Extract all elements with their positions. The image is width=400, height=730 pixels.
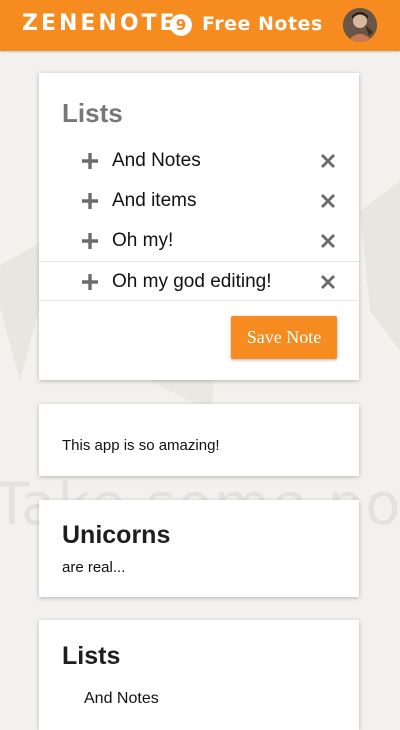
list-item-label: And Notes bbox=[84, 690, 159, 707]
text-note-card[interactable]: This app is so amazing! bbox=[39, 404, 359, 476]
list-item-label[interactable]: And Notes bbox=[112, 150, 201, 172]
avatar-icon bbox=[343, 8, 377, 42]
list-item-edit-input[interactable]: Oh my god editing! bbox=[112, 271, 271, 293]
user-avatar[interactable] bbox=[343, 8, 377, 42]
logo-badge: 9 bbox=[170, 14, 192, 36]
list-item: Oh my! bbox=[39, 221, 359, 261]
app-title: Free Notes bbox=[202, 13, 323, 35]
app-logo[interactable]: ZENENOTE bbox=[22, 11, 178, 36]
card-title: Lists bbox=[62, 98, 123, 128]
close-icon[interactable] bbox=[321, 194, 335, 208]
close-icon[interactable] bbox=[321, 154, 335, 168]
plus-icon[interactable] bbox=[82, 274, 98, 290]
list-item-editing[interactable]: Oh my god editing! bbox=[39, 261, 359, 301]
list-item-label[interactable]: And items bbox=[112, 190, 196, 212]
save-note-button[interactable]: Save Note bbox=[231, 316, 337, 359]
plus-icon[interactable] bbox=[82, 193, 98, 209]
plus-icon[interactable] bbox=[82, 233, 98, 249]
card-title: Unicorns bbox=[62, 521, 171, 549]
note-text: are real... bbox=[62, 559, 126, 576]
list-item: And Notes bbox=[39, 141, 359, 181]
list-item-label[interactable]: Oh my! bbox=[112, 230, 173, 252]
plus-icon[interactable] bbox=[82, 153, 98, 169]
list-item: And items bbox=[39, 181, 359, 221]
card-title: Lists bbox=[62, 642, 121, 670]
list-note-card[interactable]: Lists And Notes bbox=[39, 620, 359, 730]
text-note-card[interactable]: Unicorns are real... bbox=[39, 500, 359, 597]
top-bar: ZENENOTE 9 Free Notes bbox=[0, 0, 400, 51]
close-icon[interactable] bbox=[321, 234, 335, 248]
note-text: This app is so amazing! bbox=[62, 437, 220, 454]
close-icon[interactable] bbox=[321, 275, 335, 289]
list-note-card: Lists And Notes And items Oh my! Oh my g… bbox=[39, 73, 359, 380]
